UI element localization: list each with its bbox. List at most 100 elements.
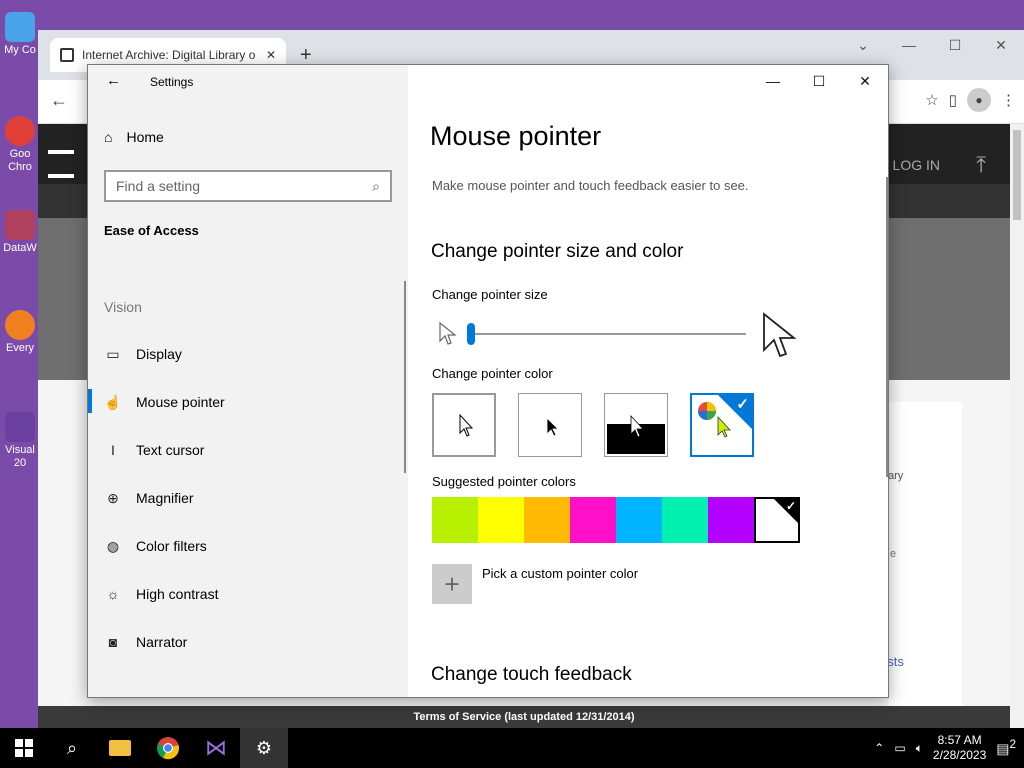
small-pointer-icon xyxy=(439,321,457,345)
nav-item-high-contrast[interactable]: ☼ High contrast xyxy=(104,582,219,606)
browser-scrollbar[interactable] xyxy=(1010,124,1024,728)
desktop-icon-chrome[interactable]: Goo Chro xyxy=(0,116,40,174)
page-title: Mouse pointer xyxy=(430,121,602,151)
nav-home[interactable]: ⌂ Home xyxy=(104,129,164,145)
home-icon: ⌂ xyxy=(104,129,113,145)
close-tab-icon[interactable]: ✕ xyxy=(266,48,276,62)
pointer-color-inverted-option[interactable] xyxy=(604,393,668,457)
pointer-color-custom-option[interactable]: ✓ xyxy=(690,393,754,457)
pointer-size-slider-track[interactable] xyxy=(470,333,746,335)
desktop-icon-my-computer[interactable]: My Co xyxy=(0,12,40,57)
find-setting-search[interactable]: Find a setting ⌕ xyxy=(104,170,392,202)
minimize-button[interactable]: — xyxy=(886,30,932,60)
star-icon[interactable]: ☆ xyxy=(925,91,938,109)
taskbar-file-explorer[interactable] xyxy=(96,728,144,768)
nav-item-narrator[interactable]: ◙ Narrator xyxy=(104,630,188,654)
system-tray: ⌃ ▭ 🔈︎ 8:57 AM 2/28/2023 ▤2 xyxy=(874,728,1024,768)
notification-icon[interactable]: ▤2 xyxy=(996,738,1016,758)
profile-avatar[interactable]: ● xyxy=(967,88,991,112)
pointer-color-label: Change pointer color xyxy=(432,366,553,381)
content-scrollbar[interactable] xyxy=(886,177,888,477)
maximize-button[interactable]: ☐ xyxy=(796,65,842,97)
network-icon[interactable]: ▭ xyxy=(894,741,905,755)
pointer-color-black-option[interactable] xyxy=(518,393,582,457)
monitor-icon: ▭ xyxy=(106,345,120,362)
chevron-up-icon[interactable]: ⌃ xyxy=(874,741,884,755)
section-heading: Change pointer size and color xyxy=(431,241,684,262)
back-arrow-icon[interactable]: ← xyxy=(106,72,121,89)
volume-icon[interactable]: 🔈︎ xyxy=(916,741,923,756)
nav-item-display[interactable]: ▭ Display xyxy=(104,342,182,366)
desktop-icon-everything[interactable]: Every xyxy=(0,310,40,355)
pointer-size-slider-thumb[interactable] xyxy=(467,323,475,345)
taskbar-chrome[interactable] xyxy=(144,728,192,768)
color-swatch-white[interactable]: ✓ xyxy=(754,497,800,543)
desktop-icon-datawrapper[interactable]: DataW xyxy=(0,210,40,255)
upload-icon[interactable]: ⤒ xyxy=(976,152,986,178)
taskbar-search-button[interactable]: ⌕ xyxy=(48,728,96,768)
narrator-icon: ◙ xyxy=(108,634,118,650)
nav-item-label: Mouse pointer xyxy=(136,394,225,410)
nav-item-label: Magnifier xyxy=(136,490,194,506)
search-icon: ⌕ xyxy=(372,177,380,194)
search-app-icon xyxy=(5,310,35,340)
close-button[interactable]: ✕ xyxy=(978,30,1024,60)
clock[interactable]: 8:57 AM 2/28/2023 xyxy=(933,733,986,763)
inverted-pointer-icon xyxy=(607,414,665,454)
nav-item-magnifier[interactable]: ⊕ Magnifier xyxy=(104,486,194,510)
desktop-icon-label: DataW xyxy=(3,242,37,254)
color-swatch-purple[interactable] xyxy=(708,497,754,543)
archive-footer[interactable]: Terms of Service (last updated 12/31/201… xyxy=(38,706,1010,728)
computer-icon xyxy=(5,12,35,42)
custom-color-label[interactable]: Pick a custom pointer color xyxy=(482,566,638,581)
color-swatch-yellow[interactable] xyxy=(478,497,524,543)
app-icon xyxy=(5,210,35,240)
taskbar-visual-studio[interactable]: ⋈ xyxy=(192,728,240,768)
clock-time: 8:57 AM xyxy=(937,733,982,747)
nav-item-color-filters[interactable]: ◍ Color filters xyxy=(104,534,207,558)
taskbar: ⌕ ⋈ ⚙ ⌃ ▭ 🔈︎ 8:57 AM 2/28/2023 ▤2 xyxy=(0,728,1024,768)
color-swatch-gold[interactable] xyxy=(524,497,570,543)
sidebar-icon[interactable]: ▯ xyxy=(949,91,957,109)
menu-icon[interactable]: ⋮ xyxy=(1001,91,1016,109)
scrollbar-thumb[interactable] xyxy=(1013,130,1021,220)
color-swatch-teal[interactable] xyxy=(662,497,708,543)
windows-icon xyxy=(15,739,33,757)
settings-content: — ☐ ✕ Mouse pointer Make mouse pointer a… xyxy=(408,65,888,697)
desktop-icon-label: Visual 20 xyxy=(5,444,35,469)
desktop-icon-label: Goo Chro xyxy=(8,148,32,173)
suggested-colors-label: Suggested pointer colors xyxy=(432,474,576,489)
nav-item-text-cursor[interactable]: I Text cursor xyxy=(104,438,204,462)
minimize-button[interactable]: — xyxy=(750,65,796,97)
maximize-button[interactable]: ☐ xyxy=(932,30,978,60)
settings-window: ← Settings ⌂ Home Find a setting ⌕ Ease … xyxy=(87,64,889,698)
nav-item-label: Display xyxy=(136,346,182,362)
pointer-size-label: Change pointer size xyxy=(432,287,548,302)
desktop-icon-label: Every xyxy=(5,342,35,354)
large-pointer-icon xyxy=(763,312,797,358)
tab-search-icon[interactable]: ⌄ xyxy=(840,30,886,60)
desktop-icon-visual-studio[interactable]: Visual 20 xyxy=(0,412,40,470)
suggested-color-swatches: ✓ xyxy=(432,497,800,543)
visual-studio-icon xyxy=(5,412,35,442)
archive-favicon-icon xyxy=(60,48,74,62)
desktop-icon-label: My Co xyxy=(4,44,36,56)
close-button[interactable]: ✕ xyxy=(842,65,888,97)
nav-item-mouse-pointer[interactable]: ☝ Mouse pointer xyxy=(104,390,225,414)
back-arrow-icon[interactable]: ← xyxy=(50,90,68,111)
pointer-color-white-option[interactable] xyxy=(432,393,496,457)
add-custom-color-button[interactable]: + xyxy=(432,564,472,604)
taskbar-settings[interactable]: ⚙ xyxy=(240,728,288,768)
color-swatch-pink[interactable] xyxy=(570,497,616,543)
window-title: Settings xyxy=(150,75,194,89)
nav-section-title: Ease of Access xyxy=(104,223,199,238)
archive-logo-icon[interactable] xyxy=(48,150,74,178)
archive-text: ary xyxy=(888,470,904,482)
visual-studio-icon: ⋈ xyxy=(205,735,227,760)
color-swatch-lime[interactable] xyxy=(432,497,478,543)
start-button[interactable] xyxy=(0,728,48,768)
nav-home-label: Home xyxy=(126,129,164,145)
nav-scrollbar[interactable] xyxy=(404,281,406,473)
nav-item-label: Narrator xyxy=(136,634,188,650)
color-swatch-blue[interactable] xyxy=(616,497,662,543)
